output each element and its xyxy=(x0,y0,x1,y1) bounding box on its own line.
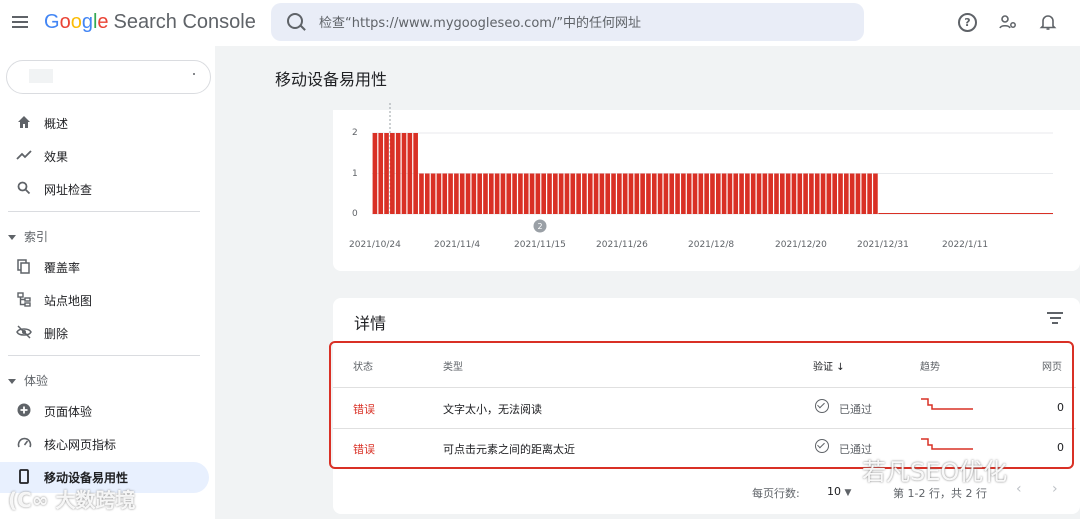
top-app-bar: GoogleSearch Console ? xyxy=(0,0,1080,46)
sidebar-item-label: 覆盖率 xyxy=(44,261,81,275)
logo-letter: g xyxy=(81,11,93,33)
sidebar: 概述 效果 网址检查 索引 覆盖率 站点地图 删除 体验 页面体验 核心网页指标… xyxy=(0,46,215,519)
divider xyxy=(8,211,200,212)
sidebar-item-url-inspection[interactable]: 网址检查 xyxy=(0,174,209,205)
speed-icon xyxy=(16,436,32,452)
sitemap-icon xyxy=(16,292,32,308)
chevron-down-icon xyxy=(8,379,16,384)
y-tick-label: 0 xyxy=(352,209,358,219)
section-index-toggle[interactable]: 索引 xyxy=(8,228,48,245)
sidebar-item-label: 站点地图 xyxy=(44,294,93,308)
pagination-range: 第 1-2 行，共 2 行 xyxy=(893,487,987,500)
watermark-text: 若凡SEO优化 xyxy=(862,458,1008,486)
logo-letter: G xyxy=(44,11,60,33)
logo-letter: o xyxy=(59,11,71,33)
divider xyxy=(8,355,200,356)
x-tick-label: 2021/11/4 xyxy=(434,240,481,250)
home-icon xyxy=(16,115,32,131)
y-tick-label: 1 xyxy=(352,169,358,179)
x-tick-label: 2021/10/24 xyxy=(349,240,401,250)
x-tick-label: 2021/12/8 xyxy=(688,240,735,250)
property-dropdown-icon xyxy=(193,73,195,75)
search-icon xyxy=(287,13,303,29)
copy-icon xyxy=(16,259,32,275)
page-title: 移动设备易用性 xyxy=(275,70,388,89)
sidebar-item-performance[interactable]: 效果 xyxy=(0,141,209,172)
bell-icon[interactable] xyxy=(1038,12,1058,32)
app-logo[interactable]: Google Search Console xyxy=(44,11,256,34)
url-inspection-search[interactable] xyxy=(271,3,864,41)
x-tick-label: 2021/11/26 xyxy=(596,240,648,250)
property-name xyxy=(29,69,53,83)
sidebar-item-page-experience[interactable]: 页面体验 xyxy=(0,396,209,427)
help-icon[interactable]: ? xyxy=(958,13,977,32)
sidebar-item-label: 页面体验 xyxy=(44,405,93,419)
rows-per-page-value: 10 xyxy=(827,485,841,498)
sidebar-item-coverage[interactable]: 覆盖率 xyxy=(0,252,209,283)
sidebar-item-label: 概述 xyxy=(44,117,69,131)
sidebar-item-label: 网址检查 xyxy=(44,183,93,197)
sidebar-item-overview[interactable]: 概述 xyxy=(0,108,209,139)
menu-icon[interactable] xyxy=(12,13,30,33)
trending-icon xyxy=(16,148,32,164)
chevron-down-icon xyxy=(8,235,16,240)
eye-off-icon xyxy=(16,325,32,341)
details-title: 详情 xyxy=(354,314,387,333)
sidebar-item-label: 效果 xyxy=(44,150,69,164)
highlight-box xyxy=(329,341,1074,469)
sidebar-item-sitemaps[interactable]: 站点地图 xyxy=(0,285,209,316)
x-tick-label: 2021/12/20 xyxy=(775,240,827,250)
rows-per-page-select[interactable]: 10 ▼ xyxy=(827,485,851,498)
section-label: 体验 xyxy=(24,374,49,388)
search-input[interactable] xyxy=(317,11,841,35)
logo-letter: o xyxy=(70,11,82,33)
rows-per-page-label: 每页行数: xyxy=(752,487,800,500)
x-tick-label: 2021/12/31 xyxy=(857,240,909,250)
filter-icon[interactable] xyxy=(1047,312,1063,326)
x-tick-label: 2022/1/11 xyxy=(942,240,989,250)
watermark-logo: (C∞ 大数跨境 xyxy=(8,488,136,512)
sidebar-item-label: 核心网页指标 xyxy=(44,438,117,452)
prev-page-icon[interactable]: ‹ xyxy=(1016,481,1022,497)
y-tick-label: 2 xyxy=(352,128,358,138)
section-experience-toggle[interactable]: 体验 xyxy=(8,372,48,389)
next-page-icon[interactable]: › xyxy=(1052,481,1058,497)
property-selector[interactable] xyxy=(6,60,211,94)
x-tick-label: 2021/11/15 xyxy=(514,240,566,250)
sidebar-item-core-web-vitals[interactable]: 核心网页指标 xyxy=(0,429,209,460)
settings-icon[interactable] xyxy=(998,12,1018,32)
dropdown-arrow-icon: ▼ xyxy=(844,488,852,498)
logo-product-name: Search Console xyxy=(113,11,256,33)
sidebar-item-removals[interactable]: 删除 xyxy=(0,318,209,349)
section-label: 索引 xyxy=(24,230,49,244)
logo-letter: e xyxy=(97,11,109,33)
search-icon xyxy=(16,181,32,197)
watermark-text: 大数跨境 xyxy=(55,488,136,512)
plus-circle-icon xyxy=(16,403,32,419)
sidebar-item-label: 删除 xyxy=(44,327,69,341)
phone-icon xyxy=(16,469,32,485)
